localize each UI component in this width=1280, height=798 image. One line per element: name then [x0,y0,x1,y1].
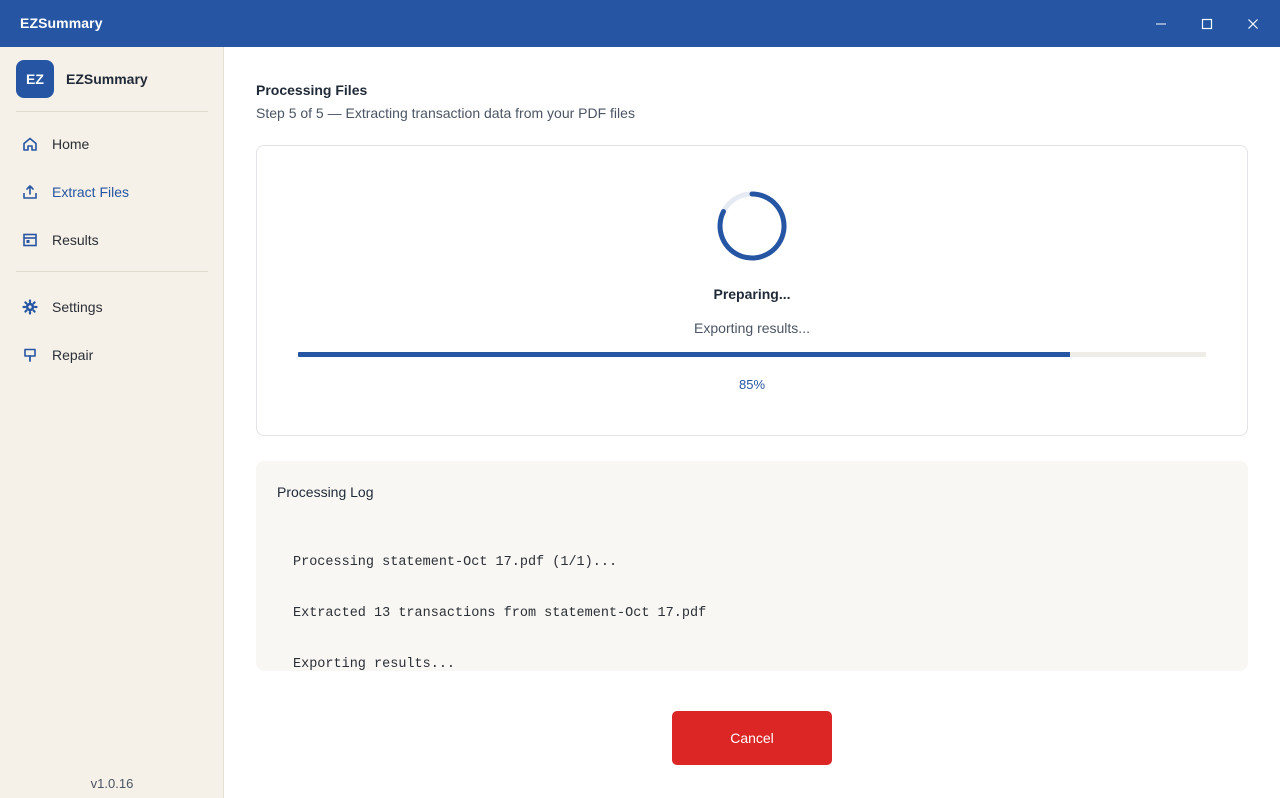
progress-bar [298,352,1206,357]
brand-logo: EZ [16,60,54,98]
sidebar-item-label: Settings [52,299,103,315]
processing-log: Processing Log Processing statement-Oct … [256,461,1248,672]
log-line: Extracted 13 transactions from statement… [293,606,707,621]
window-title: EZSummary [20,15,103,31]
sidebar-item-label: Home [52,136,90,152]
app-version: v1.0.16 [90,776,134,791]
page-subtitle: Step 5 of 5 — Extracting transaction dat… [256,105,635,121]
maximize-icon [1201,18,1213,29]
main-content: Processing Files Step 5 of 5 — Extractin… [224,47,1280,798]
minimize-icon [1156,23,1166,24]
log-lines: Processing statement-Oct 17.pdf (1/1)...… [293,520,706,707]
sidebar: EZ EZSummary Home Extract Files Results … [0,47,224,798]
gear-icon [16,299,44,315]
status-title: Preparing... [713,286,791,302]
home-icon [16,136,44,152]
repair-icon [16,347,44,363]
brand-name: EZSummary [66,71,148,87]
sidebar-item-results[interactable]: Results [16,222,208,258]
sidebar-item-label: Extract Files [52,184,130,200]
results-icon [16,232,44,248]
sidebar-divider [16,111,208,112]
cancel-button[interactable]: Cancel [672,711,832,765]
progress-percent: 85% [738,377,766,392]
title-bar: EZSummary [0,0,1280,47]
brand: EZ EZSummary [16,60,148,98]
sidebar-item-home[interactable]: Home [16,126,208,162]
sidebar-divider [16,271,208,272]
close-icon [1248,18,1258,29]
upload-icon [16,184,44,200]
status-subtitle: Exporting results... [694,320,810,336]
sidebar-item-label: Repair [52,347,94,363]
minimize-button[interactable] [1138,0,1184,47]
log-title: Processing Log [277,484,374,500]
log-line: Exporting results... [293,657,456,672]
progress-card: Preparing... Exporting results... 85% [256,145,1248,436]
loading-spinner-icon [717,191,787,261]
progress-bar-fill [298,352,1070,357]
sidebar-item-label: Results [52,232,99,248]
close-button[interactable] [1230,0,1276,47]
sidebar-item-repair[interactable]: Repair [16,337,208,373]
sidebar-item-settings[interactable]: Settings [16,289,208,325]
log-line: Processing statement-Oct 17.pdf (1/1)... [293,555,618,570]
page-title: Processing Files [256,82,368,98]
sidebar-item-extract-files[interactable]: Extract Files [16,174,208,210]
maximize-button[interactable] [1184,0,1230,47]
